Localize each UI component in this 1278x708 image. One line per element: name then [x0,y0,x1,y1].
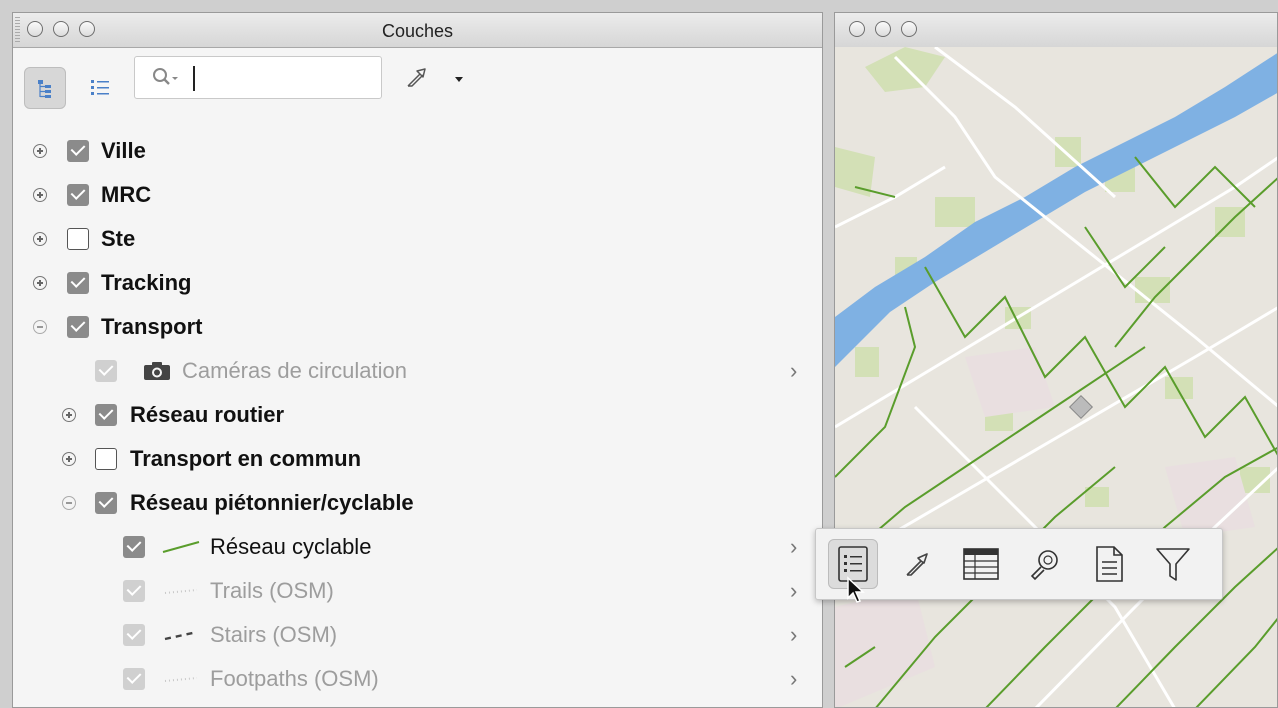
dotted-line-legend-icon [164,677,198,682]
layer-label: Ville [101,138,146,163]
chevron-right-icon[interactable]: › [790,666,797,692]
layer-label: Réseau cyclable [210,534,372,559]
layer-label: Footpaths (OSM) [210,666,379,691]
search-layer-icon [1030,550,1058,581]
layer-label: Tracking [101,270,192,295]
metadata-button[interactable] [1084,539,1134,589]
tree-view-icon [38,80,51,98]
expand-icon[interactable] [33,276,47,290]
map-canvas[interactable] [835,47,1278,708]
zoom-to-layer-action-button[interactable] [892,539,942,589]
filter-button[interactable] [1148,539,1198,589]
layer-checkbox[interactable] [67,140,89,162]
expand-icon[interactable] [33,232,47,246]
collapse-icon[interactable] [62,496,76,510]
window-title: Couches [381,21,454,41]
zoom-arrow-icon [906,553,928,576]
search-box[interactable] [134,56,382,99]
layer-checkbox[interactable] [67,316,89,338]
layer-checkbox[interactable] [123,624,145,646]
layer-row-footpaths[interactable]: Footpaths (OSM) › [13,661,813,697]
layer-checkbox[interactable] [67,228,89,250]
layers-titlebar[interactable]: Couches [13,13,822,48]
layer-checkbox[interactable] [123,536,145,558]
chevron-right-icon[interactable]: › [790,578,797,604]
attribute-table-icon [963,548,999,580]
layer-label: Trails (OSM) [210,578,334,603]
close-window-button[interactable] [849,21,865,37]
dotted-line-legend-icon [164,589,198,594]
list-view-button[interactable] [81,67,123,109]
filter-icon [1156,548,1190,581]
zoom-window-button[interactable] [901,21,917,37]
search-layer-button[interactable] [1020,539,1070,589]
mouse-cursor-icon [847,576,865,603]
layer-label: Transport en commun [130,446,362,471]
layer-label: MRC [101,182,152,207]
layer-checkbox[interactable] [95,448,117,470]
chevron-right-icon[interactable]: › [790,622,797,648]
dashed-line-legend-icon [164,630,198,641]
list-view-icon [91,80,109,95]
map-titlebar[interactable] [835,13,1277,48]
collapse-icon[interactable] [33,320,47,334]
layer-checkbox[interactable] [95,492,117,514]
expand-icon[interactable] [62,452,76,466]
layer-row-tracking[interactable]: Tracking [13,265,813,301]
layer-label: Réseau piétonnier/cyclable [130,490,414,515]
expand-icon[interactable] [33,188,47,202]
layer-row-transport-en-commun[interactable]: Transport en commun [13,441,813,477]
layer-checkbox[interactable] [123,580,145,602]
layer-checkbox[interactable] [95,360,117,382]
expand-icon[interactable] [62,408,76,422]
layer-checkbox[interactable] [67,184,89,206]
layer-row-cameras[interactable]: Caméras de circulation › [13,353,813,389]
layer-row-stairs[interactable]: Stairs (OSM) › [13,617,813,653]
layer-label: Réseau routier [130,402,285,427]
layer-checkbox[interactable] [67,272,89,294]
chevron-down-icon [455,77,463,82]
chevron-right-icon[interactable]: › [790,534,797,560]
tree-view-button[interactable] [24,67,66,109]
layer-row-ville[interactable]: Ville [13,133,813,169]
map-window [834,12,1278,708]
search-input[interactable] [195,65,375,93]
minimize-window-button[interactable] [875,21,891,37]
layers-window: Couches Ville MRC Ste Tracking Transport… [12,12,823,708]
zoom-arrow-icon [407,68,426,87]
layer-checkbox[interactable] [123,668,145,690]
layer-row-transport[interactable]: Transport [13,309,813,345]
layer-row-trails[interactable]: Trails (OSM) › [13,573,813,609]
expand-icon[interactable] [33,144,47,158]
options-dropdown-button[interactable] [447,67,471,91]
layer-label: Transport [101,314,203,339]
attribute-table-button[interactable] [956,539,1006,589]
layer-row-reseau-pietonnier[interactable]: Réseau piétonnier/cyclable [13,485,813,521]
layer-row-mrc[interactable]: MRC [13,177,813,213]
search-icon[interactable] [145,58,185,98]
layer-label: Caméras de circulation [182,358,407,383]
layer-checkbox[interactable] [95,404,117,426]
camera-icon [144,362,170,380]
layer-row-reseau-cyclable[interactable]: Réseau cyclable › [13,529,813,565]
layer-row-ste[interactable]: Ste [13,221,813,257]
zoom-to-layer-button[interactable] [398,59,434,95]
metadata-icon [1096,546,1123,582]
chevron-right-icon[interactable]: › [790,358,797,384]
layer-label: Ste [101,226,136,251]
layer-label: Stairs (OSM) [210,622,338,647]
layer-actions-popup [815,528,1223,600]
layer-row-reseau-routier[interactable]: Réseau routier [13,397,813,433]
green-line-legend-icon [162,541,200,553]
